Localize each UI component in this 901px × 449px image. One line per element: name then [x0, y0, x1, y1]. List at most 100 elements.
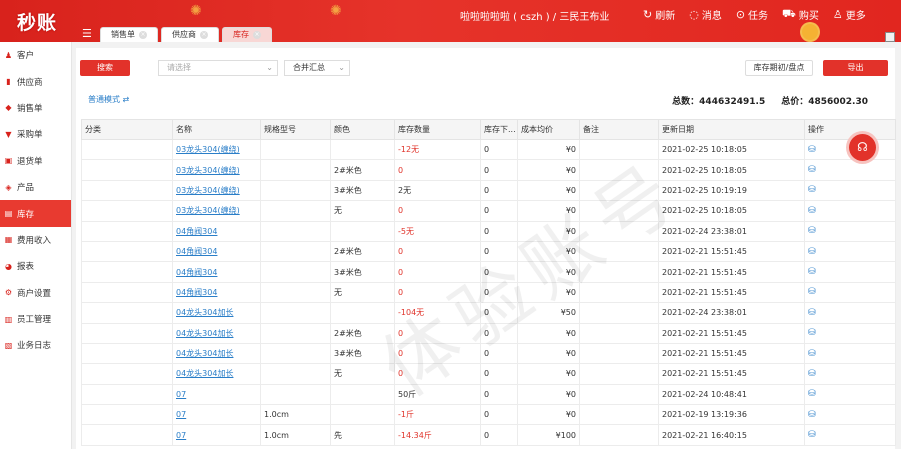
column-header[interactable]: 更新日期: [658, 119, 805, 140]
close-icon[interactable]: ×: [139, 31, 147, 39]
cell-operation: ⛁: [804, 342, 896, 365]
column-header[interactable]: 颜色: [330, 119, 395, 140]
stock-detail-icon[interactable]: ⛁: [808, 247, 817, 257]
header-action-3[interactable]: ⛟ 购买: [782, 7, 819, 22]
table-row[interactable]: 04龙头304加长 -104无 0 ¥50 2021-02-24 23:38:01 ⛁: [81, 302, 896, 324]
cell-cost: ¥0: [517, 138, 580, 161]
table-row[interactable]: 03龙头304(缠绕) 无 0 0 ¥0 2021-02-25 10:18:05 ⛁: [81, 200, 896, 222]
stock-detail-icon[interactable]: ⛁: [808, 308, 817, 318]
table-row[interactable]: 04龙头304加长无 0 0 ¥0 2021-02-21 15:51:45 ⛁: [81, 363, 896, 385]
close-icon[interactable]: ×: [200, 31, 208, 39]
product-link[interactable]: 03龙头304(缠绕): [176, 206, 240, 215]
column-header[interactable]: 库存数量: [394, 119, 481, 140]
sidebar-item-9[interactable]: ⚙ 商户设置: [0, 280, 71, 306]
table-row[interactable]: 03龙头304(缠绕) 3#米色 2无 0 ¥0 2021-02-25 10:19:19 ⛁: [81, 179, 896, 202]
product-link[interactable]: 07: [176, 410, 186, 419]
sidebar-item-7[interactable]: ▦ 费用收入: [0, 227, 71, 253]
search-button[interactable]: 搜索: [80, 60, 130, 76]
close-icon[interactable]: ×: [253, 31, 261, 39]
product-link[interactable]: 03龙头304(缠绕): [176, 186, 240, 195]
sidebar-item-0[interactable]: ♟ 客户: [0, 42, 71, 68]
tab-2[interactable]: 库存 ×: [222, 27, 272, 42]
column-header[interactable]: 规格型号: [260, 119, 331, 140]
stock-detail-icon[interactable]: ⛁: [808, 390, 817, 399]
stock-detail-icon[interactable]: ⛁: [808, 288, 817, 297]
table-row[interactable]: 07 1.0cm 先 -14.34斤 0 ¥100 2021-02-21 16:40:15 ⛁: [81, 424, 896, 446]
stock-detail-icon[interactable]: ⛁: [808, 166, 817, 175]
product-link[interactable]: 04角阀304: [176, 288, 217, 297]
product-link[interactable]: 07: [176, 390, 186, 399]
sidebar-item-5[interactable]: ◈ 产品: [0, 174, 71, 200]
app-logo[interactable]: 秒账: [0, 0, 74, 42]
product-link[interactable]: 04角阀304: [176, 227, 217, 236]
sidebar-item-3[interactable]: ▼ 采购单: [0, 121, 71, 147]
stock-detail-icon[interactable]: ⛁: [808, 431, 817, 440]
column-header[interactable]: 分类: [81, 119, 173, 140]
table-row[interactable]: 07 50斤 0 ¥0 2021-02-24 10:48:41 ⛁: [81, 383, 896, 406]
header-action-2[interactable]: ⊙ 任务: [736, 7, 768, 22]
table-row[interactable]: 03龙头304(缠绕) -12无 0 ¥0 2021-02-25 10:18:05 ⛁: [81, 138, 896, 161]
stock-detail-icon[interactable]: ⛁: [808, 369, 817, 379]
cell-cost: ¥100: [517, 424, 580, 446]
stock-detail-icon[interactable]: ⛁: [808, 145, 817, 155]
table-row[interactable]: 07 1.0cm -1斤 0 ¥0 2021-02-19 13:19:36 ⛁: [81, 404, 896, 426]
customer-service-button[interactable]: ☊: [849, 134, 876, 161]
product-link[interactable]: 04角阀304: [176, 247, 217, 256]
table-row[interactable]: 04角阀304 -5无 0 ¥0 2021-02-24 23:38:01 ⛁: [81, 220, 896, 242]
user-account-label[interactable]: 啦啦啦啦啦 ( cszh ) / 三民王布业: [460, 8, 609, 23]
stock-detail-icon[interactable]: ⛁: [808, 410, 817, 420]
fullscreen-icon[interactable]: [885, 32, 895, 42]
table-row[interactable]: 04角阀304 无 0 0 ¥0 2021-02-21 15:51:45 ⛁: [81, 281, 896, 304]
stock-detail-icon[interactable]: ⛁: [808, 206, 817, 216]
product-link[interactable]: 07: [176, 431, 186, 440]
column-header[interactable]: 名称: [172, 119, 261, 140]
sidebar-item-4[interactable]: ▣ 退货单: [0, 148, 71, 174]
product-link[interactable]: 04龙头304加长: [176, 329, 233, 338]
product-link[interactable]: 04龙头304加长: [176, 369, 233, 378]
table-row[interactable]: 04龙头304加长 2#米色 0 0 ¥0 2021-02-21 15:51:45 ⛁: [81, 322, 896, 344]
stock-detail-icon[interactable]: ⛁: [808, 329, 817, 338]
tab-0[interactable]: 销售单 ×: [100, 27, 158, 42]
sidebar-item-label: 客户: [17, 51, 35, 62]
sidebar-item-10[interactable]: ▥ 员工管理: [0, 306, 71, 332]
cell-low: 0: [480, 240, 518, 263]
column-header[interactable]: 成本均价: [517, 119, 580, 140]
merge-select[interactable]: 合并汇总 ⌄: [284, 60, 350, 76]
table-row[interactable]: 04龙头304加长 3#米色 0 0 ¥0 2021-02-21 15:51:45 ⛁: [81, 342, 896, 365]
cell-note: [579, 179, 659, 202]
sidebar-item-8[interactable]: ◕ 报表: [0, 253, 71, 279]
cell-operation: ⛁: [804, 363, 896, 385]
stock-detail-icon[interactable]: ⛁: [808, 349, 817, 359]
column-header[interactable]: 库存下...: [480, 119, 518, 140]
sidebar-item-1[interactable]: ▮ 供应商: [0, 68, 71, 94]
header-action-4[interactable]: ♙ 更多: [833, 7, 866, 22]
tab-1[interactable]: 供应商 ×: [161, 27, 219, 42]
cell-color: 无: [330, 363, 395, 385]
stock-detail-icon[interactable]: ⛁: [808, 227, 817, 236]
export-button[interactable]: 导出: [823, 60, 888, 76]
column-header[interactable]: 备注: [579, 119, 659, 140]
menu-toggle-icon[interactable]: ☰: [82, 28, 94, 40]
header-action-0[interactable]: ↻ 刷新: [643, 7, 675, 22]
mode-toggle-link[interactable]: 普通模式 ⇄: [88, 94, 129, 105]
product-link[interactable]: 04龙头304加长: [176, 308, 233, 317]
category-select[interactable]: 请选择 ⌄: [158, 60, 278, 76]
sidebar-item-6[interactable]: ▤ 库存: [0, 200, 71, 227]
stock-detail-icon[interactable]: ⛁: [808, 268, 817, 277]
stock-initial-button[interactable]: 库存期初/盘点: [745, 60, 813, 76]
product-link[interactable]: 04龙头304加长: [176, 349, 233, 358]
header-action-1[interactable]: ◌ 消息: [689, 7, 722, 22]
table-row[interactable]: 04角阀304 3#米色 0 0 ¥0 2021-02-21 15:51:45 ⛁: [81, 261, 896, 283]
table-row[interactable]: 03龙头304(缠绕) 2#米色 0 0 ¥0 2021-02-25 10:18:05 ⛁: [81, 159, 896, 181]
firework-decoration: ✺: [330, 3, 342, 19]
sidebar-item-2[interactable]: ◆ 销售单: [0, 95, 71, 121]
cell-date: 2021-02-25 10:19:19: [658, 179, 805, 202]
sidebar-item-11[interactable]: ▧ 业务日志: [0, 332, 71, 358]
table-row[interactable]: 04角阀304 2#米色 0 0 ¥0 2021-02-21 15:51:45 ⛁: [81, 240, 896, 263]
column-header[interactable]: 操作: [804, 119, 896, 140]
cell-low: 0: [480, 179, 518, 202]
stock-detail-icon[interactable]: ⛁: [808, 186, 817, 195]
product-link[interactable]: 04角阀304: [176, 268, 217, 277]
product-link[interactable]: 03龙头304(缠绕): [176, 166, 240, 175]
product-link[interactable]: 03龙头304(缠绕): [176, 145, 240, 154]
